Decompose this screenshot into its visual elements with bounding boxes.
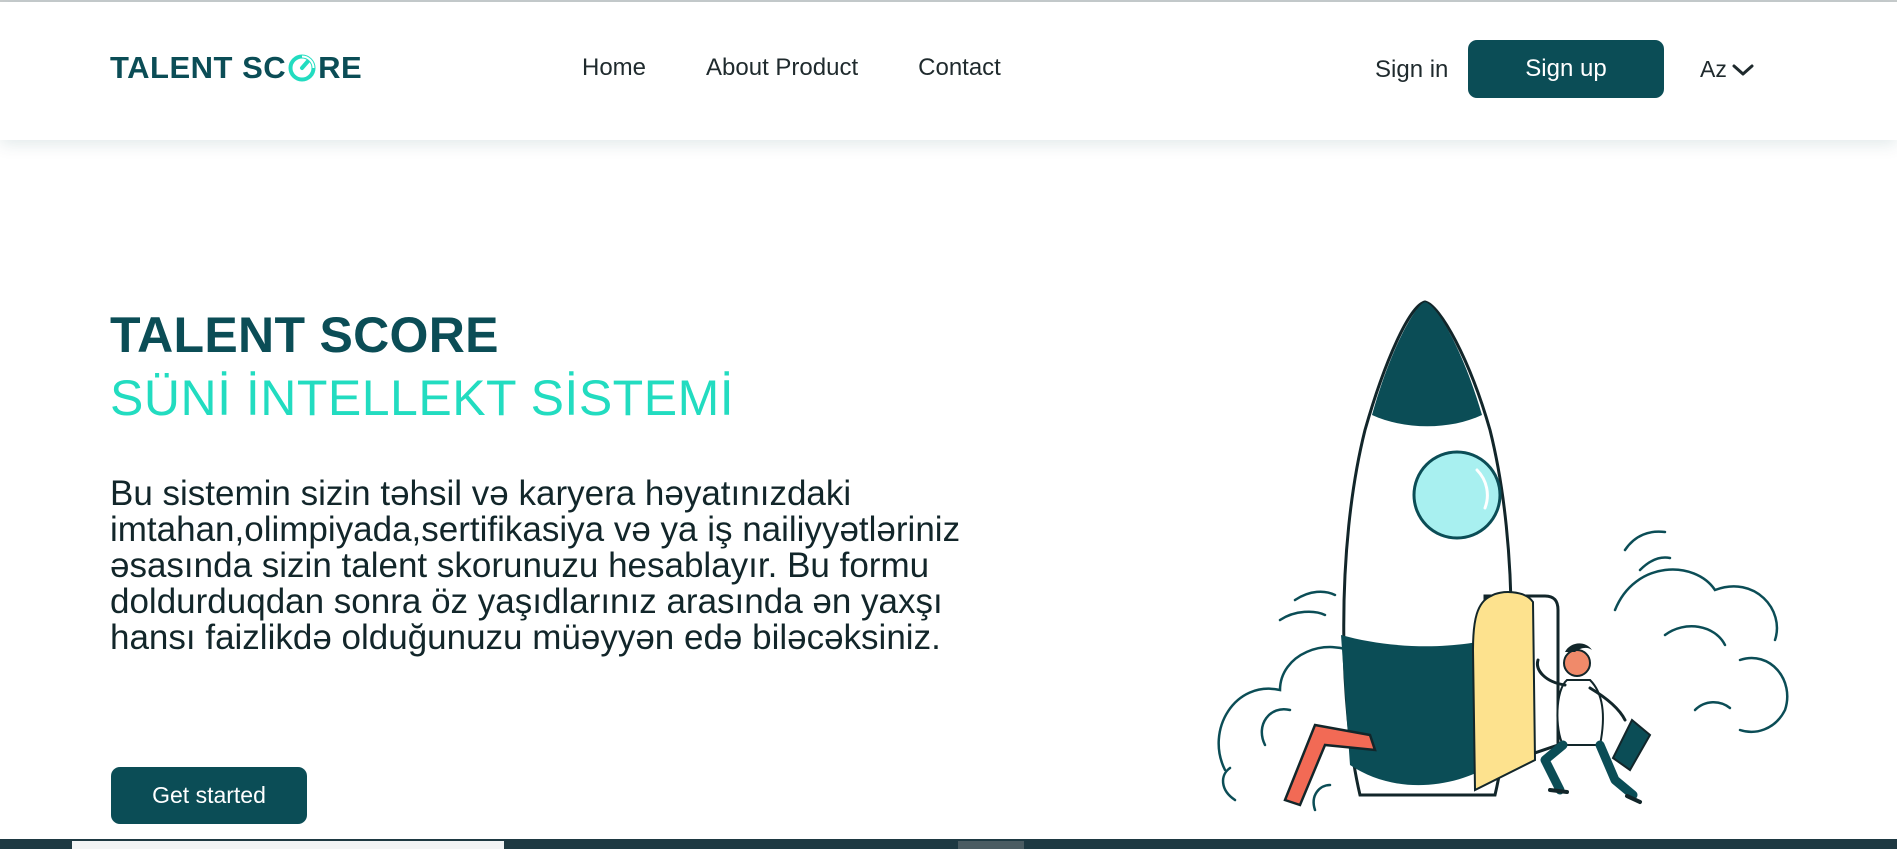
sign-in-link[interactable]: Sign in	[1375, 56, 1448, 84]
language-selected-label: Az	[1700, 56, 1727, 82]
smoke-cloud-left	[1217, 590, 1362, 812]
nav-home-link[interactable]: Home	[582, 54, 646, 82]
sign-up-button[interactable]: Sign up	[1468, 40, 1664, 98]
hero-description: Bu sistemin sizin təhsil və karyera həya…	[110, 474, 961, 657]
get-started-button[interactable]: Get started	[111, 767, 307, 824]
chevron-down-icon	[1732, 64, 1754, 75]
talent-score-logo[interactable]: TALENT SC RE	[110, 50, 362, 86]
taskbar-segment	[958, 841, 1024, 849]
rocket-launch-illustration	[1217, 300, 1789, 812]
bottom-taskbar-strip	[0, 839, 1897, 849]
hero-subtitle: SÜNİ İNTELLEKT SİSTEMİ	[110, 370, 735, 426]
site-header: TALENT SC RE Home About Product Contact …	[0, 2, 1897, 140]
nav-contact-link[interactable]: Contact	[918, 54, 1001, 82]
language-selector[interactable]: Az	[1700, 56, 1755, 83]
gauge-icon	[288, 54, 316, 82]
hero-title: TALENT SCORE	[110, 307, 499, 363]
main-nav: Home About Product Contact	[582, 54, 1061, 82]
rocket-door	[1471, 591, 1537, 792]
smoke-cloud-right	[1613, 530, 1789, 734]
nav-about-product-link[interactable]: About Product	[706, 54, 858, 82]
page: TALENT SC RE Home About Product Contact …	[0, 0, 1897, 849]
rocket-fin-right	[1611, 718, 1652, 772]
taskbar-segment	[72, 841, 504, 849]
logo-text-end: RE	[318, 50, 363, 85]
logo-text-start: TALENT SC	[110, 50, 287, 85]
